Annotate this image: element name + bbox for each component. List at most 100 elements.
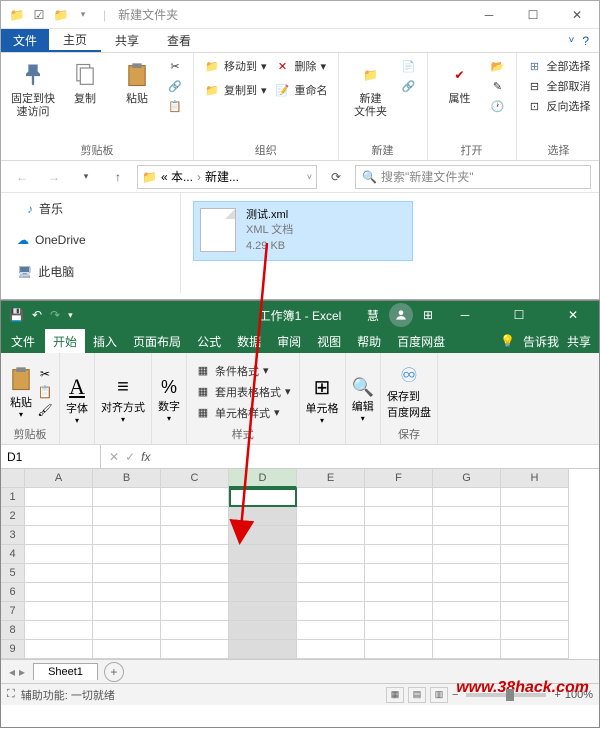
cell-G1[interactable] (433, 488, 501, 507)
cell-H7[interactable] (501, 602, 569, 621)
undo-icon[interactable]: ↶ (32, 308, 42, 322)
cell-E8[interactable] (297, 621, 365, 640)
tab-file[interactable]: 文件 (1, 29, 49, 52)
cancel-icon[interactable]: ✕ (109, 450, 119, 464)
cell-H8[interactable] (501, 621, 569, 640)
ribbon-mode-icon[interactable]: ⊞ (423, 308, 433, 322)
qat-dropdown-icon[interactable]: ▾ (75, 7, 91, 23)
zoom-slider[interactable] (466, 693, 546, 697)
paste-button[interactable]: 粘贴 (113, 57, 161, 108)
selectnone-button[interactable]: ⊟全部取消 (525, 77, 593, 95)
row-header-6[interactable]: 6 (1, 583, 25, 602)
row-header-1[interactable]: 1 (1, 488, 25, 507)
row-header-8[interactable]: 8 (1, 621, 25, 640)
cell-A1[interactable] (25, 488, 93, 507)
cell-H4[interactable] (501, 545, 569, 564)
cell-H2[interactable] (501, 507, 569, 526)
cell-E7[interactable] (297, 602, 365, 621)
cell-H6[interactable] (501, 583, 569, 602)
select-all-corner[interactable] (1, 469, 25, 488)
address-input[interactable]: 📁 « 本... › 新建... ˅ (137, 165, 317, 189)
cell-G5[interactable] (433, 564, 501, 583)
cell-E5[interactable] (297, 564, 365, 583)
etab-formulas[interactable]: 公式 (189, 329, 229, 353)
tableformat-button[interactable]: ▦套用表格格式 ▾ (193, 383, 293, 401)
cell-B5[interactable] (93, 564, 161, 583)
newfolder-button[interactable]: 📁 新建 文件夹 (347, 57, 395, 121)
cell-F6[interactable] (365, 583, 433, 602)
etab-insert[interactable]: 插入 (85, 329, 125, 353)
minimize-button[interactable]: ─ (467, 1, 511, 29)
condformat-button[interactable]: ▦条件格式 ▾ (193, 362, 293, 380)
up-button[interactable]: ↑ (105, 164, 131, 190)
spreadsheet-grid[interactable]: ABCDEFGH123456789 (1, 469, 599, 659)
cell-A2[interactable] (25, 507, 93, 526)
cell-E4[interactable] (297, 545, 365, 564)
cell-D1[interactable] (229, 488, 297, 507)
qat-more-icon[interactable]: ▾ (68, 310, 73, 321)
cell-D4[interactable] (229, 545, 297, 564)
easyaccess-button[interactable]: 🔗 (399, 77, 419, 95)
cell-A9[interactable] (25, 640, 93, 659)
cell-C8[interactable] (161, 621, 229, 640)
paste-button[interactable]: 粘贴 ▾ (7, 364, 35, 419)
cell-D3[interactable] (229, 526, 297, 545)
cell-F9[interactable] (365, 640, 433, 659)
col-header-E[interactable]: E (297, 469, 365, 488)
etab-view[interactable]: 视图 (309, 329, 349, 353)
cell-B8[interactable] (93, 621, 161, 640)
sheet-next-icon[interactable]: ▸ (19, 665, 25, 679)
nav-thispc[interactable]: 🖥此电脑 (9, 260, 172, 283)
cell-C4[interactable] (161, 545, 229, 564)
forward-button[interactable]: → (41, 164, 67, 190)
save-icon[interactable]: 💾 (9, 308, 24, 322)
align-group[interactable]: ≡对齐方式▾ (101, 376, 145, 424)
col-header-G[interactable]: G (433, 469, 501, 488)
shortcut-button[interactable]: 📋 (165, 97, 185, 115)
cell-F5[interactable] (365, 564, 433, 583)
cell-H5[interactable] (501, 564, 569, 583)
cell-G9[interactable] (433, 640, 501, 659)
row-header-4[interactable]: 4 (1, 545, 25, 564)
etab-layout[interactable]: 页面布局 (125, 329, 189, 353)
history-button[interactable]: 🕐 (488, 97, 508, 115)
cell-A6[interactable] (25, 583, 93, 602)
cell-G2[interactable] (433, 507, 501, 526)
cut-icon[interactable]: ✂ (37, 366, 53, 382)
cell-E9[interactable] (297, 640, 365, 659)
newitem-button[interactable]: 📄 (399, 57, 419, 75)
redo-icon[interactable]: ↷ (50, 308, 60, 322)
fx-icon[interactable]: fx (141, 450, 150, 464)
cell-G8[interactable] (433, 621, 501, 640)
maximize-button[interactable]: ☐ (511, 1, 555, 29)
etab-review[interactable]: 审阅 (269, 329, 309, 353)
tellme-label[interactable]: 告诉我 (523, 333, 559, 350)
cell-C6[interactable] (161, 583, 229, 602)
cell-F4[interactable] (365, 545, 433, 564)
cell-G6[interactable] (433, 583, 501, 602)
cell-B9[interactable] (93, 640, 161, 659)
cell-D7[interactable] (229, 602, 297, 621)
invertsel-button[interactable]: ⊡反向选择 (525, 97, 593, 115)
cells-group[interactable]: ⊞单元格▾ (306, 375, 339, 425)
cell-D6[interactable] (229, 583, 297, 602)
cell-F8[interactable] (365, 621, 433, 640)
back-button[interactable]: ← (9, 164, 35, 190)
file-xml[interactable]: 测试.xml XML 文档 4.29 KB (193, 201, 413, 261)
copy-button[interactable]: 复制 (61, 57, 109, 108)
cell-G4[interactable] (433, 545, 501, 564)
cut-button[interactable]: ✂ (165, 57, 185, 75)
cell-E3[interactable] (297, 526, 365, 545)
view-normal[interactable]: ▦ (386, 687, 404, 703)
recent-dropdown[interactable]: ▾ (73, 164, 99, 190)
cell-F1[interactable] (365, 488, 433, 507)
nav-onedrive[interactable]: ☁OneDrive (9, 230, 172, 250)
properties-button[interactable]: ✔ 属性 (436, 57, 484, 108)
col-header-B[interactable]: B (93, 469, 161, 488)
sheet-add-button[interactable]: + (104, 662, 124, 682)
cell-A7[interactable] (25, 602, 93, 621)
col-header-F[interactable]: F (365, 469, 433, 488)
tab-home[interactable]: 主页 (49, 29, 101, 52)
col-header-C[interactable]: C (161, 469, 229, 488)
cell-B6[interactable] (93, 583, 161, 602)
